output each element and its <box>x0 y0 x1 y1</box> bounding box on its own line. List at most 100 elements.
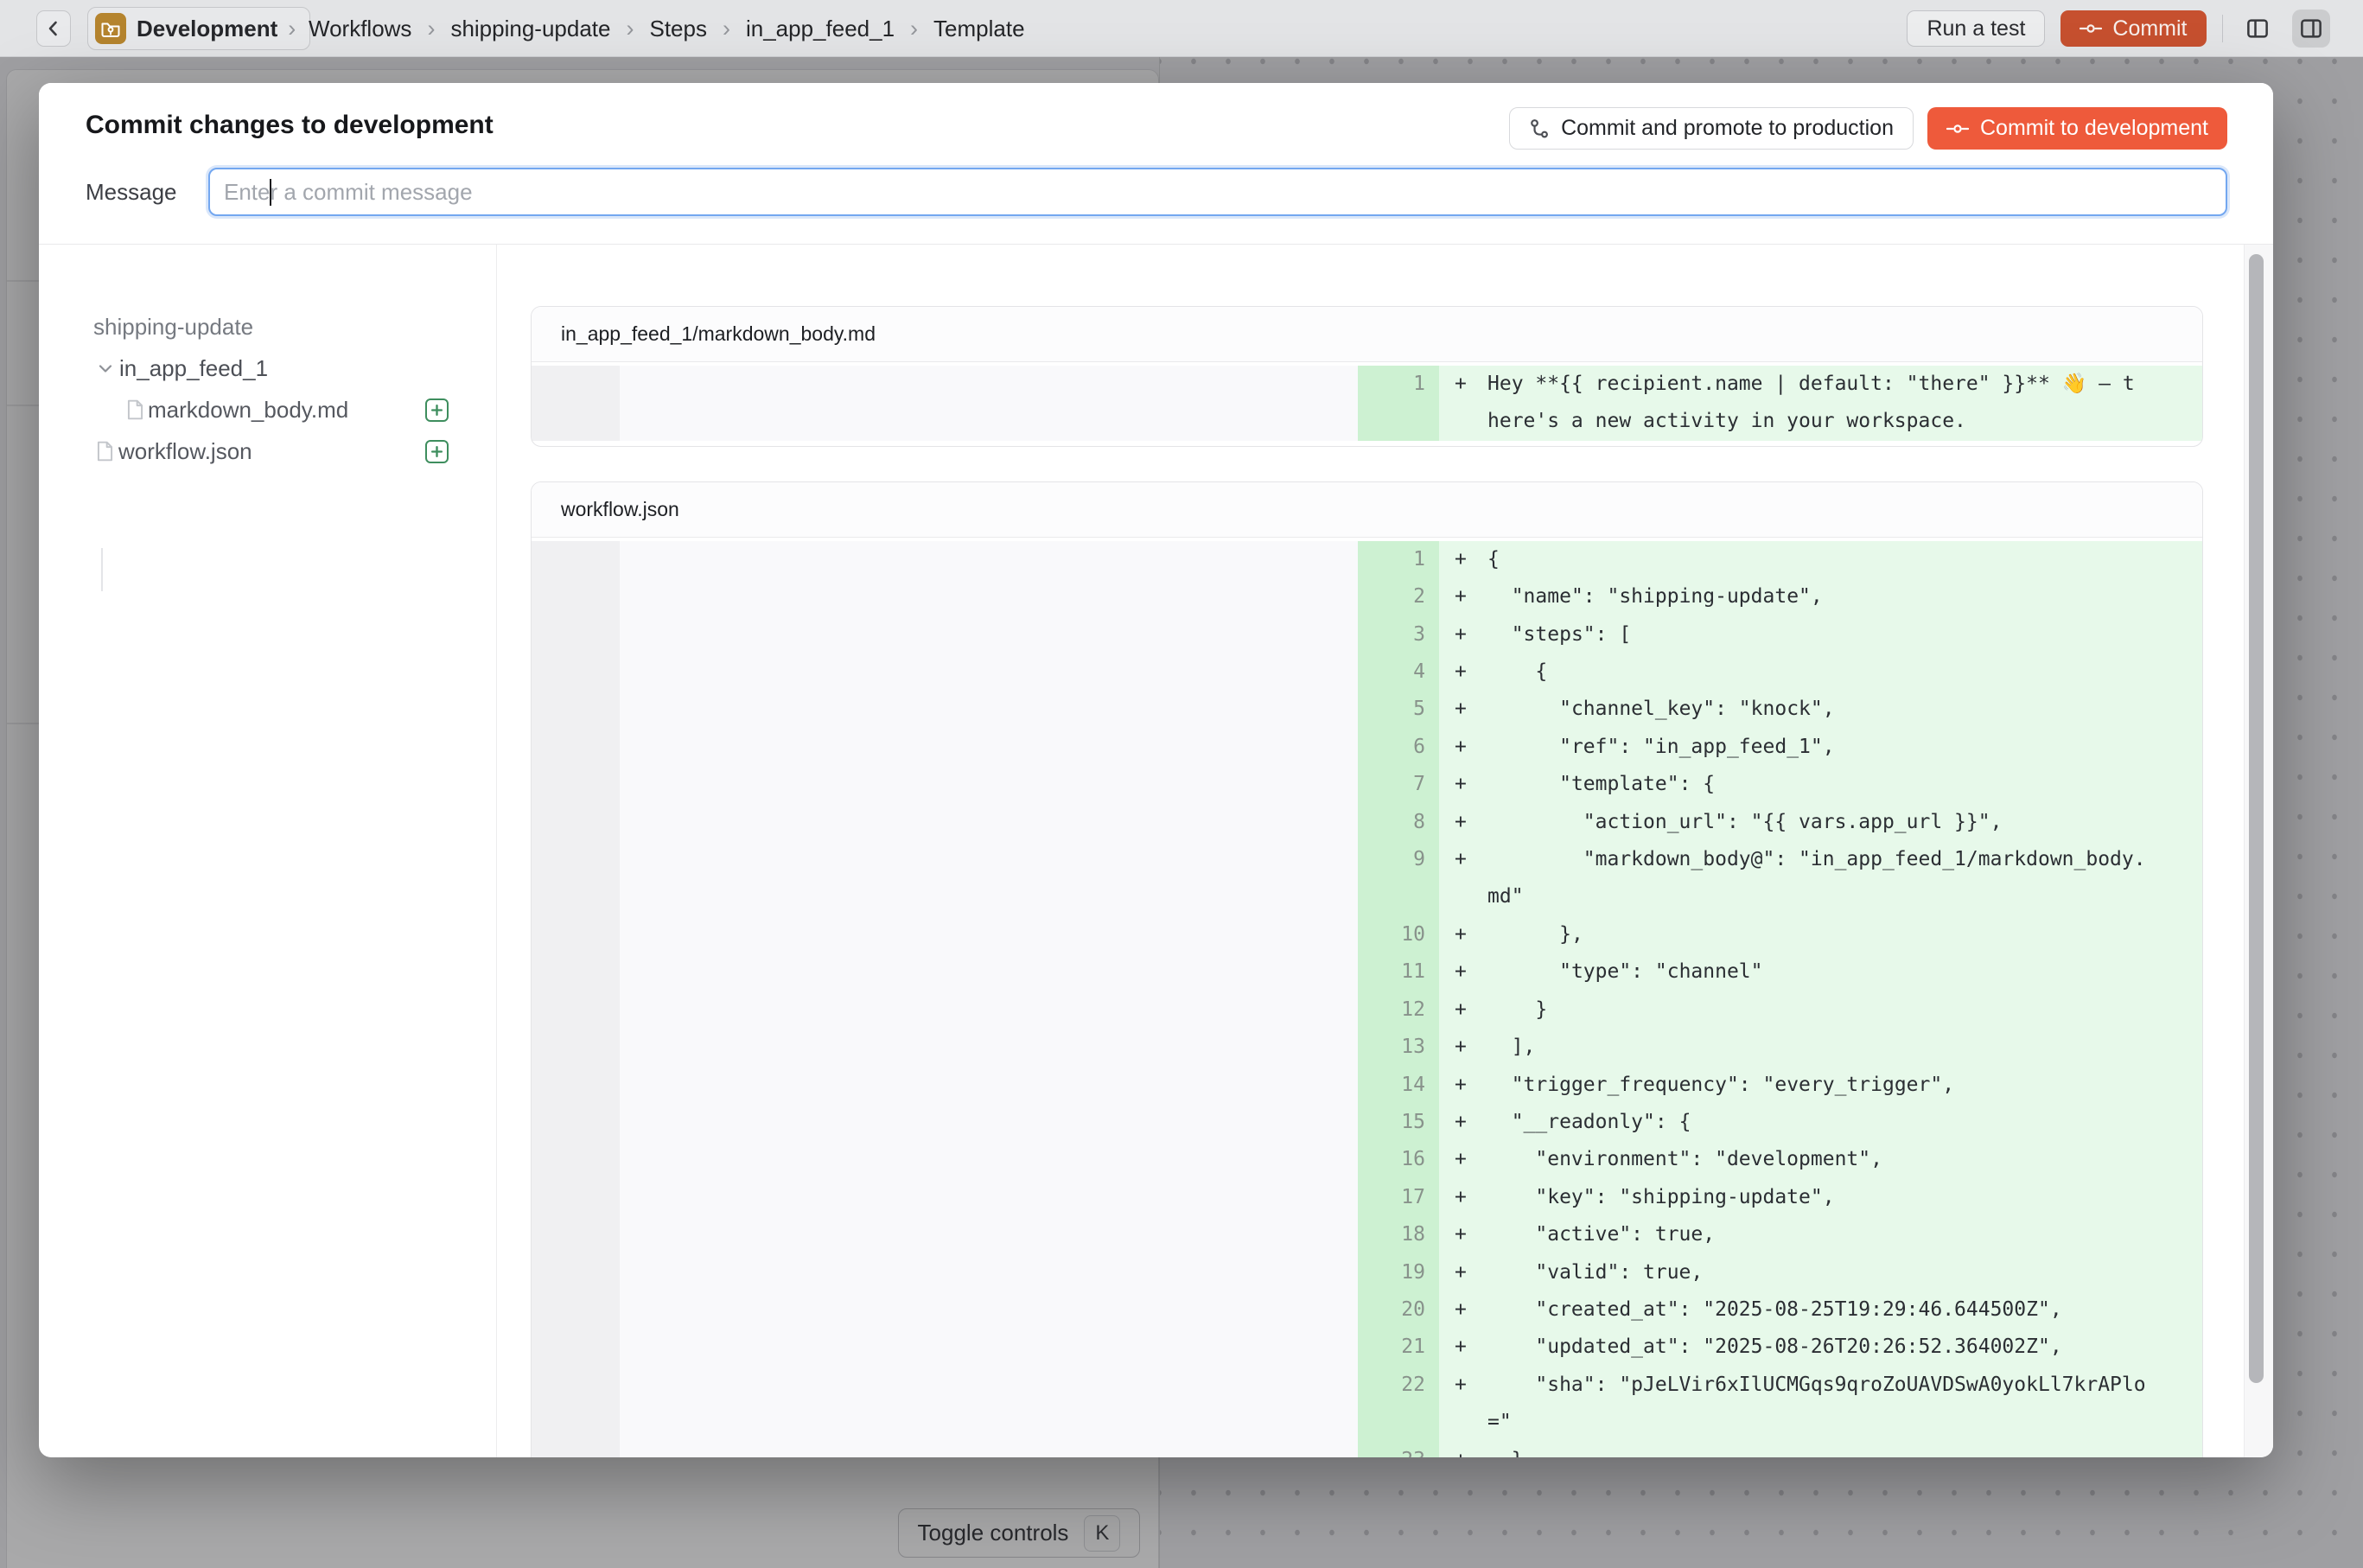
tree-item-markdown-file[interactable]: markdown_body.md <box>39 389 496 430</box>
old-line-content <box>620 991 1358 1029</box>
toggle-right-panel-icon[interactable] <box>2292 10 2330 48</box>
commit-and-promote-button[interactable]: Commit and promote to production <box>1509 107 1914 150</box>
breadcrumb-steps[interactable]: Steps <box>649 16 707 42</box>
diff-filename: in_app_feed_1/markdown_body.md <box>532 307 2202 362</box>
added-line-content: + "__readonly": { <box>1439 1104 2202 1141</box>
text-caret <box>270 179 271 206</box>
chevron-down-icon[interactable] <box>95 358 116 379</box>
diff-line: 10+ }, <box>532 916 2202 953</box>
diff-plus-marker: + <box>1439 1179 1487 1216</box>
new-line-number: 20 <box>1358 1291 1439 1329</box>
diff-code-text: }, <box>1487 916 2146 953</box>
new-line-number: 16 <box>1358 1141 1439 1178</box>
diff-code-text: "valid": true, <box>1487 1254 2146 1291</box>
diff-line: 4+ { <box>532 653 2202 691</box>
added-line-content: +{ <box>1439 541 2202 578</box>
diff-code-text: "markdown_body@": "in_app_feed_1/markdow… <box>1487 841 2146 916</box>
message-label: Message <box>86 179 208 206</box>
tree-item-workflow-json[interactable]: workflow.json <box>39 430 496 472</box>
new-line-number: 8 <box>1358 804 1439 841</box>
old-line-gutter <box>532 991 620 1029</box>
added-line-content: + }, <box>1439 916 2202 953</box>
diff-line: 8+ "action_url": "{{ vars.app_url }}", <box>532 804 2202 841</box>
old-line-content <box>620 578 1358 615</box>
commit-message-row: Message <box>86 168 2227 216</box>
commit-message-input[interactable] <box>208 168 2227 216</box>
old-line-content <box>620 1291 1358 1329</box>
tree-item-workflow[interactable]: shipping-update <box>39 306 496 347</box>
tree-item-step[interactable]: in_app_feed_1 <box>39 347 496 389</box>
diff-line: 18+ "active": true, <box>532 1216 2202 1253</box>
breadcrumb-step-key[interactable]: in_app_feed_1 <box>746 16 895 42</box>
commit-icon <box>1946 123 1969 135</box>
breadcrumb: Workflows › shipping-update › Steps › in… <box>309 0 1025 57</box>
old-line-content <box>620 1216 1358 1253</box>
old-line-content <box>620 366 1358 441</box>
added-line-content: + "active": true, <box>1439 1216 2202 1253</box>
breadcrumb-workflow-key[interactable]: shipping-update <box>450 16 610 42</box>
diff-plus-marker: + <box>1439 916 1487 953</box>
chevron-separator: › <box>288 16 296 42</box>
environment-switcher[interactable]: Development › <box>87 7 310 50</box>
old-line-content <box>620 916 1358 953</box>
commit-button[interactable]: Commit <box>2060 10 2206 47</box>
back-button[interactable] <box>36 10 71 47</box>
old-line-content <box>620 1104 1358 1141</box>
old-line-content <box>620 541 1358 578</box>
diff-code-text: "updated_at": "2025-08-26T20:26:52.36400… <box>1487 1329 2146 1366</box>
diff-plus-marker: + <box>1439 766 1487 803</box>
breadcrumb-workflows[interactable]: Workflows <box>309 16 411 42</box>
diff-code-text: { <box>1487 653 2146 691</box>
added-file-badge[interactable] <box>425 440 449 463</box>
diff-panel: in_app_feed_1/markdown_body.md1+Hey **{{… <box>531 306 2203 447</box>
added-line-content: + } <box>1439 1442 2202 1457</box>
diff-code-text: "environment": "development", <box>1487 1141 2146 1178</box>
modal-scrollbar-thumb[interactable] <box>2249 254 2264 1383</box>
added-line-content: + "template": { <box>1439 766 2202 803</box>
diff-line: 3+ "steps": [ <box>532 616 2202 653</box>
chevron-left-icon <box>43 18 64 39</box>
step-key-label: in_app_feed_1 <box>39 355 268 382</box>
toggle-left-panel-icon[interactable] <box>2239 10 2277 48</box>
diff-code-text: "steps": [ <box>1487 616 2146 653</box>
diff-code-text: "name": "shipping-update", <box>1487 578 2146 615</box>
added-line-content: + "environment": "development", <box>1439 1141 2202 1178</box>
breadcrumb-template[interactable]: Template <box>933 16 1025 42</box>
diff-plus-marker: + <box>1439 1104 1487 1141</box>
diff-line: 13+ ], <box>532 1029 2202 1066</box>
new-line-number: 18 <box>1358 1216 1439 1253</box>
diff-plus-marker: + <box>1439 1291 1487 1329</box>
diff-plus-marker: + <box>1439 729 1487 766</box>
diff-code-text: Hey **{{ recipient.name | default: "ther… <box>1487 366 2146 441</box>
diff-plus-marker: + <box>1439 366 1487 403</box>
old-line-gutter <box>532 1104 620 1141</box>
commit-to-development-button[interactable]: Commit to development <box>1927 107 2227 150</box>
commit-icon <box>2080 22 2102 35</box>
added-line-content: + "markdown_body@": "in_app_feed_1/markd… <box>1439 841 2202 916</box>
old-line-content <box>620 1141 1358 1178</box>
run-a-test-button[interactable]: Run a test <box>1907 10 2045 47</box>
diff-plus-marker: + <box>1439 578 1487 615</box>
old-line-content <box>620 1029 1358 1066</box>
diff-panel-list: in_app_feed_1/markdown_body.md1+Hey **{{… <box>497 245 2273 1457</box>
changed-files-tree: shipping-update in_app_feed_1 markdown_b… <box>39 245 497 1457</box>
old-line-content <box>620 1067 1358 1104</box>
diff-code-text: "trigger_frequency": "every_trigger", <box>1487 1067 2146 1104</box>
workflow-key-label: shipping-update <box>39 314 253 341</box>
diff-plus-marker: + <box>1439 991 1487 1029</box>
diff-hunk: 1+{2+ "name": "shipping-update",3+ "step… <box>532 538 2202 1457</box>
screen: Toggle controls K Development › Workflow… <box>0 0 2363 1568</box>
added-file-badge[interactable] <box>425 398 449 422</box>
old-line-content <box>620 1442 1358 1457</box>
old-line-gutter <box>532 541 620 578</box>
added-line-content: + "valid": true, <box>1439 1254 2202 1291</box>
old-line-content <box>620 616 1358 653</box>
added-line-content: + "trigger_frequency": "every_trigger", <box>1439 1067 2202 1104</box>
diff-line: 2+ "name": "shipping-update", <box>532 578 2202 615</box>
diff-code-text: "ref": "in_app_feed_1", <box>1487 729 2146 766</box>
added-line-content: + "key": "shipping-update", <box>1439 1179 2202 1216</box>
old-line-gutter <box>532 729 620 766</box>
old-line-gutter <box>532 766 620 803</box>
diff-plus-marker: + <box>1439 1442 1487 1457</box>
added-line-content: + "type": "channel" <box>1439 953 2202 991</box>
